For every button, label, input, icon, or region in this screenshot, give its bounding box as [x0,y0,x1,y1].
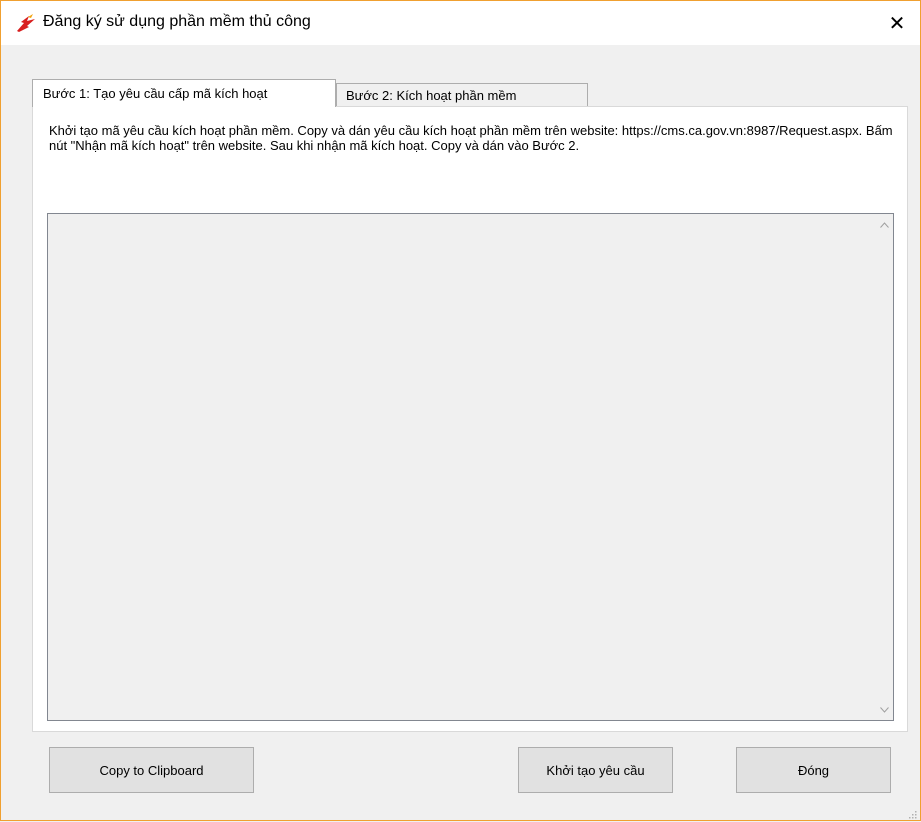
tab-step-2[interactable]: Bước 2: Kích hoạt phần mềm [336,83,588,106]
instructions-text: Khởi tạo mã yêu cầu kích hoạt phần mềm. … [49,123,893,153]
title-bar: Đăng ký sử dụng phần mềm thủ công ✕ [1,1,920,45]
tab-panel-step-1: Khởi tạo mã yêu cầu kích hoạt phần mềm. … [32,106,908,732]
tab-step-1[interactable]: Bước 1: Tạo yêu cầu cấp mã kích hoạt [32,79,336,107]
scroll-down-icon[interactable] [876,701,893,718]
window-title: Đăng ký sử dụng phần mềm thủ công [43,13,311,30]
vertical-scrollbar[interactable] [876,214,893,720]
scroll-up-icon[interactable] [876,216,893,233]
resize-grip-icon[interactable] [907,807,917,819]
close-window-button[interactable]: ✕ [874,1,920,45]
close-icon: ✕ [888,12,906,35]
copy-to-clipboard-button[interactable]: Copy to Clipboard [49,747,254,793]
request-code-textarea[interactable] [47,213,894,721]
app-logo-icon [15,13,37,33]
close-button[interactable]: Đóng [736,747,891,793]
dialog-window: Đăng ký sử dụng phần mềm thủ công ✕ Bước… [0,0,921,821]
create-request-button[interactable]: Khởi tạo yêu cầu [518,747,673,793]
